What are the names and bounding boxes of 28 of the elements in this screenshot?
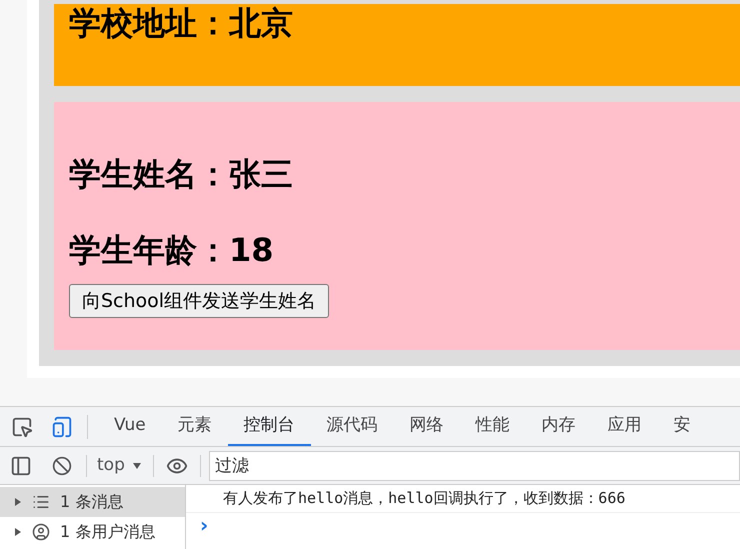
student-name: 学生姓名：张三 — [69, 154, 294, 194]
filter-field[interactable]: 过滤 — [208, 450, 740, 480]
devtools-tab[interactable]: 内存 — [526, 407, 592, 446]
school-address: 学校地址：北京 — [69, 4, 293, 42]
devtools-tab[interactable]: Vue — [98, 407, 162, 446]
list-icon — [32, 493, 50, 511]
send-name-button[interactable]: 向School组件发送学生姓名 — [69, 284, 330, 318]
devtools-tab[interactable]: 性能 — [460, 407, 526, 446]
clear-console-icon[interactable] — [52, 456, 72, 476]
sidebar-label: 1 条消息 — [60, 491, 124, 513]
expand-arrow-icon — [14, 498, 22, 506]
devtools-tab[interactable]: 应用 — [592, 407, 658, 446]
sidebar-item[interactable]: 1 条消息 — [0, 487, 185, 517]
dropdown-icon — [132, 462, 141, 470]
student-age: 学生年龄：18 — [69, 230, 274, 270]
sidebar-toggle-icon[interactable] — [10, 454, 32, 476]
inspect-icon[interactable] — [11, 416, 33, 438]
devtools-tab[interactable]: 源代码 — [310, 407, 394, 446]
device-toggle-icon[interactable] — [51, 416, 73, 438]
devtools-tab[interactable]: 安 — [658, 407, 707, 446]
sidebar-label: 1 条用户消息 — [60, 521, 156, 543]
user-icon — [32, 523, 50, 541]
expand-arrow-icon — [14, 528, 22, 536]
context-selector[interactable]: top — [97, 452, 141, 478]
console-prompt[interactable]: › — [186, 513, 208, 537]
devtools-tab[interactable]: 元素 — [162, 407, 228, 446]
devtools-tab[interactable]: 网络 — [394, 407, 460, 446]
console-message: 有人发布了hello消息，hello回调执行了，收到数据：666 — [186, 485, 740, 513]
